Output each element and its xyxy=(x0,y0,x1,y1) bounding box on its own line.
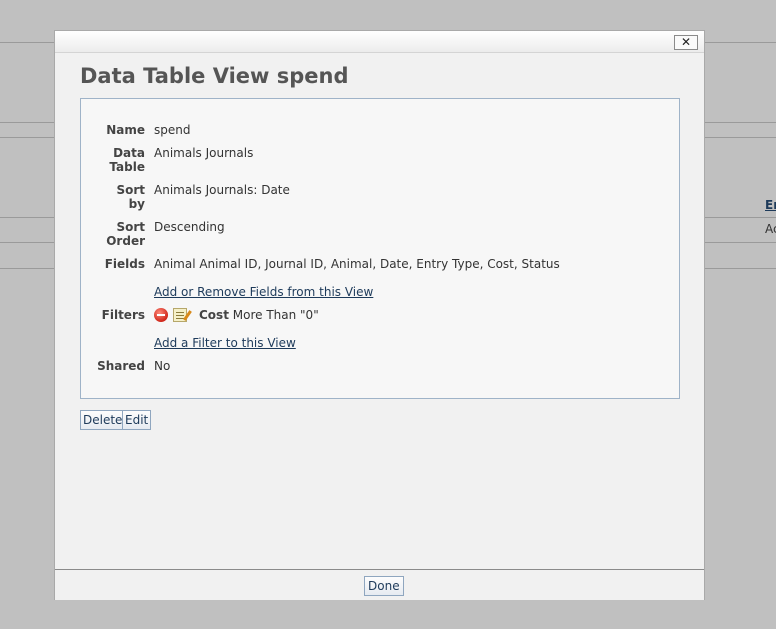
view-properties-panel: Name spend Data Table Animals Journals S… xyxy=(80,98,680,399)
property-row-filters: Filters Cost More Than "0" Add a Filter … xyxy=(97,308,560,350)
add-remove-fields-link[interactable]: Add or Remove Fields from this View xyxy=(154,285,373,299)
property-row-sort-order: Sort Order Descending xyxy=(97,220,560,248)
close-button[interactable]: ✕ xyxy=(674,35,698,50)
fields-value: Animal Animal ID, Journal ID, Animal, Da… xyxy=(154,257,560,271)
shared-value: No xyxy=(154,359,171,373)
property-row-sort-by: Sort by Animals Journals: Date xyxy=(97,183,560,211)
name-label: Name xyxy=(106,123,145,137)
name-value: spend xyxy=(154,123,191,137)
property-row-data-table: Data Table Animals Journals xyxy=(97,146,560,174)
edit-filter-icon[interactable] xyxy=(173,308,187,322)
filter-condition: More Than "0" xyxy=(232,308,319,322)
property-row-name: Name spend xyxy=(97,123,560,137)
dialog-title: Data Table View spend xyxy=(80,64,349,88)
background-cell: Ac xyxy=(765,222,776,236)
filters-label: Filters xyxy=(101,308,145,322)
data-table-value: Animals Journals xyxy=(154,146,254,160)
property-row-fields: Fields Animal Animal ID, Journal ID, Ani… xyxy=(97,257,560,299)
dialog-footer: Done xyxy=(55,569,704,600)
edit-button[interactable]: Edit xyxy=(122,410,152,430)
sort-order-value: Descending xyxy=(154,220,225,234)
remove-filter-icon[interactable] xyxy=(154,308,168,322)
properties-table: Name spend Data Table Animals Journals S… xyxy=(97,123,560,373)
filter-field-name: Cost xyxy=(199,308,229,322)
background-column-header: Er xyxy=(765,198,776,212)
add-filter-link[interactable]: Add a Filter to this View xyxy=(154,336,296,350)
delete-button[interactable]: Delete xyxy=(80,410,126,430)
done-button[interactable]: Done xyxy=(364,576,404,596)
sort-order-label: Sort Order xyxy=(106,220,145,248)
sort-by-label: Sort by xyxy=(116,183,145,211)
data-table-label: Data Table xyxy=(109,146,145,174)
fields-label: Fields xyxy=(104,257,145,271)
filter-item: Cost More Than "0" xyxy=(154,308,560,322)
sort-by-value: Animals Journals: Date xyxy=(154,183,290,197)
data-table-view-dialog: ✕ Data Table View spend Name spend Data … xyxy=(54,30,705,600)
dialog-titlebar: ✕ xyxy=(55,31,704,53)
shared-label: Shared xyxy=(97,359,145,373)
property-row-shared: Shared No xyxy=(97,359,560,373)
